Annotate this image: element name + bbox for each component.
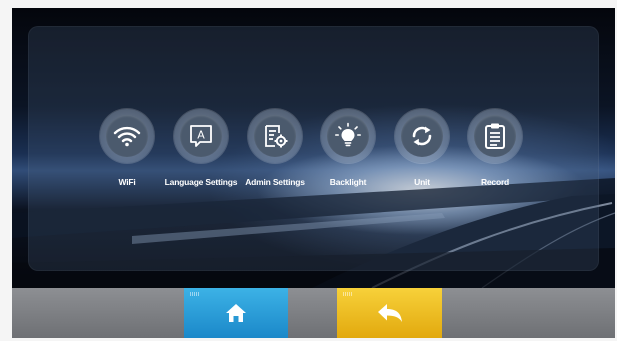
admin-settings-icon [265, 125, 288, 148]
language-settings-button[interactable]: A [174, 109, 228, 163]
backlight-button[interactable] [321, 109, 375, 163]
bottom-navigation-bar [12, 288, 615, 338]
language-icon-letter: A [197, 129, 205, 142]
bottom-bar-empty-slot [12, 288, 185, 338]
device-screen: WiFi A Language Settings Admin Settings … [12, 8, 615, 338]
menu-item-record[interactable]: Record [455, 109, 535, 189]
clipboard-icon [485, 123, 505, 149]
menu-item-label: Record [480, 177, 510, 187]
home-button[interactable] [184, 288, 288, 338]
wifi-button[interactable] [100, 109, 154, 163]
grip-marks [190, 292, 200, 296]
admin-settings-button[interactable] [248, 109, 302, 163]
back-arrow-icon [377, 304, 402, 322]
language-icon: A [190, 125, 212, 147]
bottom-bar-empty-slot [442, 288, 615, 338]
unit-button[interactable] [395, 109, 449, 163]
wifi-icon [113, 126, 141, 147]
home-icon [226, 304, 246, 322]
lightbulb-icon [334, 122, 362, 147]
bottom-bar-empty-slot [288, 288, 338, 338]
back-button[interactable] [337, 288, 442, 338]
refresh-icon [412, 126, 432, 146]
record-button[interactable] [468, 109, 522, 163]
grip-marks [343, 292, 353, 296]
